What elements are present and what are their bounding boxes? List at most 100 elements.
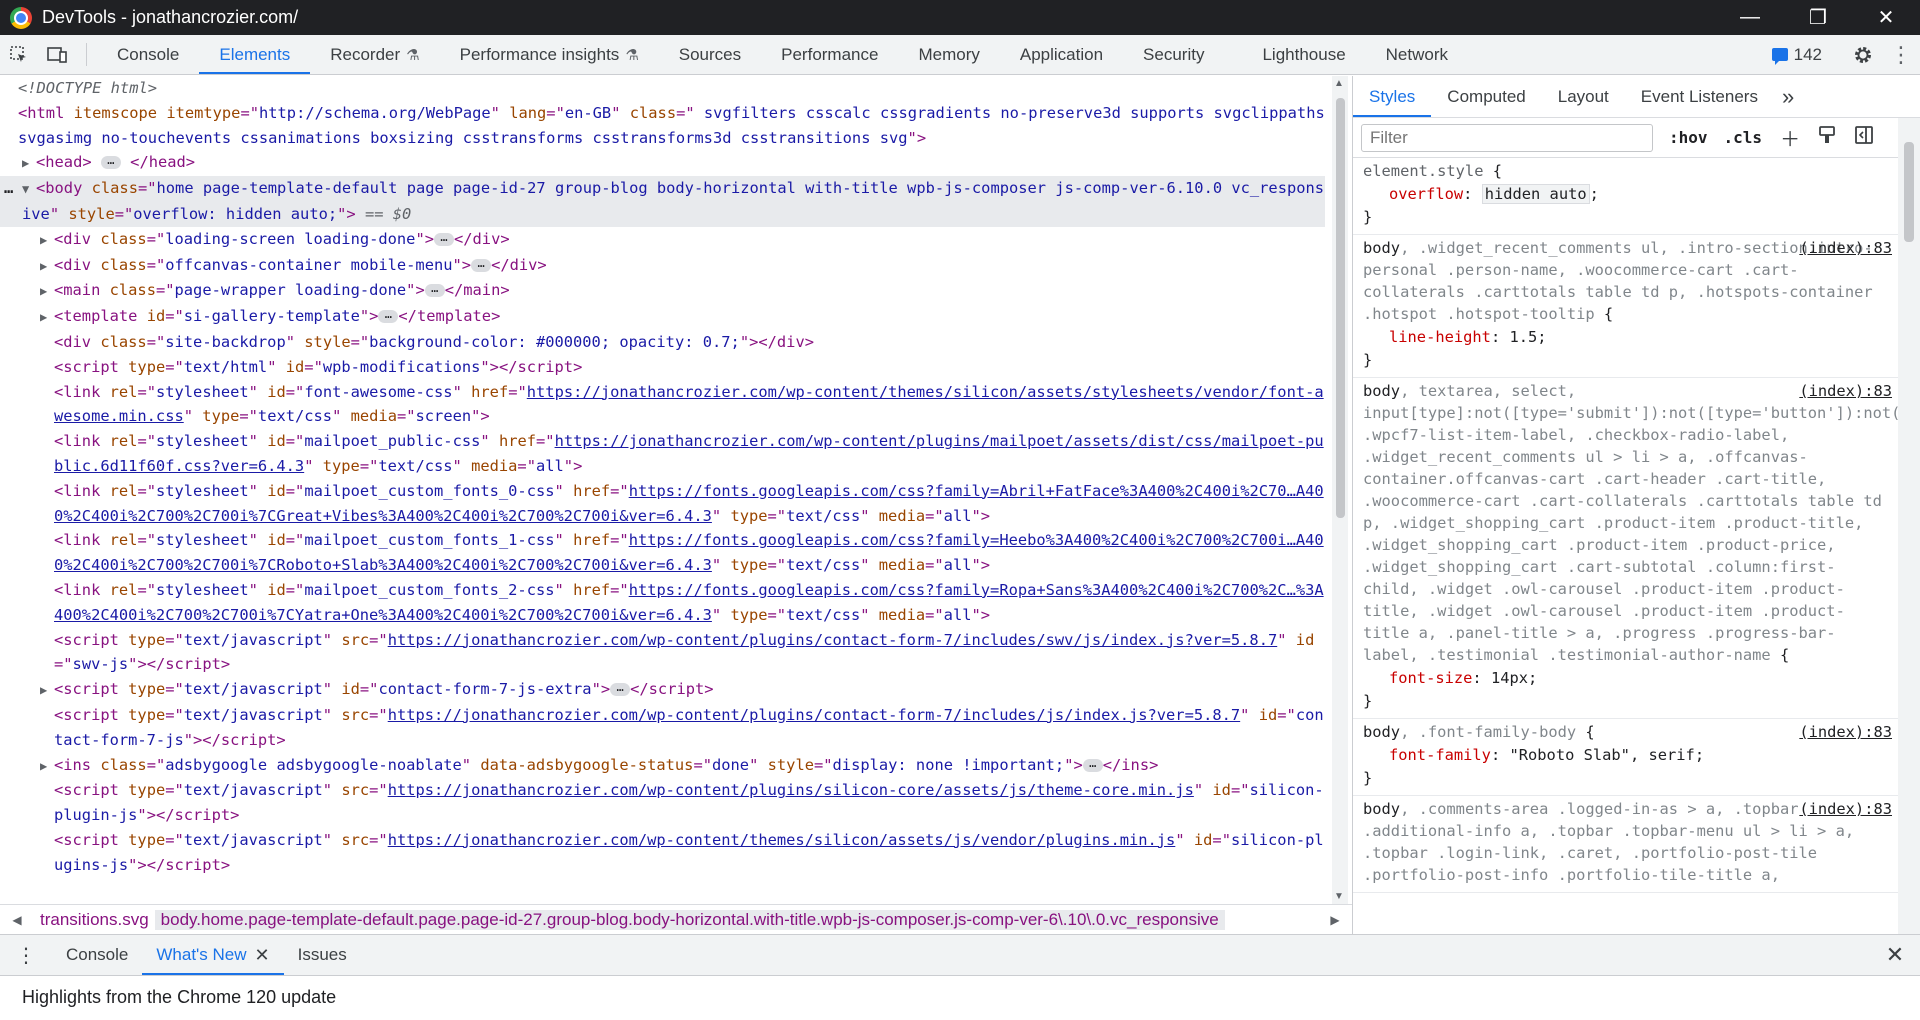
tab-elements[interactable]: Elements <box>199 35 311 74</box>
drawer-tab-issues[interactable]: Issues <box>284 935 361 975</box>
issues-counter[interactable]: 142 <box>1771 45 1822 65</box>
styles-filter-input[interactable] <box>1361 123 1653 152</box>
property-value[interactable]: hidden auto <box>1481 184 1590 204</box>
node-actions-icon[interactable]: … <box>4 176 13 201</box>
breadcrumb-right-arrow[interactable]: ▶ <box>1318 913 1352 927</box>
css-rule[interactable]: (index):83 body, .comments-area .logged-i… <box>1353 796 1898 893</box>
breadcrumb-item-selected[interactable]: body.home.page-template-default.page.pag… <box>154 909 1225 930</box>
ellipsis-icon[interactable]: … <box>424 282 445 298</box>
dom-node[interactable]: <!DOCTYPE html> <box>0 76 1325 101</box>
more-tabs-chevron-icon[interactable]: » <box>1774 76 1802 117</box>
settings-gear-icon[interactable] <box>1844 44 1882 66</box>
tab-layout[interactable]: Layout <box>1542 76 1625 117</box>
css-declaration[interactable]: font-size: 14px; <box>1363 666 1888 690</box>
rule-source-link[interactable]: (index):83 <box>1799 237 1892 259</box>
dom-node[interactable]: ▶ <template id="si-gallery-template">… </t… <box>0 304 1325 330</box>
dom-node[interactable]: <script type="text/javascript" src="http… <box>0 628 1325 678</box>
attr-link[interactable]: https://jonathancrozier.com/wp-content/p… <box>388 706 1240 724</box>
close-tab-icon[interactable]: ✕ <box>255 945 270 966</box>
sidebar-toggle-icon[interactable] <box>1854 125 1874 151</box>
close-window-button[interactable]: ✕ <box>1852 0 1920 35</box>
dom-node[interactable]: <link rel="stylesheet" id="mailpoet_cust… <box>0 479 1325 529</box>
attr-link[interactable]: https://jonathancrozier.com/wp-content/p… <box>388 631 1278 649</box>
css-rule[interactable]: (index):83 body, textarea, select, input[… <box>1353 378 1898 719</box>
dom-node[interactable]: ▶ <div class="loading-screen loading-done… <box>0 227 1325 253</box>
css-declaration[interactable]: line-height: 1.5; <box>1363 325 1888 349</box>
scroll-down-arrow[interactable]: ▼ <box>1334 891 1344 902</box>
rule-source-link[interactable]: (index):83 <box>1799 798 1892 820</box>
ellipsis-icon[interactable]: … <box>610 681 631 697</box>
tab-event-listeners[interactable]: Event Listeners <box>1625 76 1774 117</box>
dom-node[interactable]: ▶ <head> … </head> <box>0 150 1325 176</box>
property-value[interactable]: 14px <box>1491 669 1528 687</box>
ellipsis-icon[interactable]: … <box>378 308 399 324</box>
tab-sources[interactable]: Sources <box>659 35 761 74</box>
dom-node[interactable]: ▶ <script type="text/javascript" id="cont… <box>0 677 1325 703</box>
attr-link[interactable]: https://jonathancrozier.com/wp-content/t… <box>388 831 1176 849</box>
tab-network[interactable]: Network <box>1366 35 1468 74</box>
drawer-menu-icon[interactable]: ⋮ <box>0 935 52 975</box>
collapsed-triangle-icon[interactable]: ▶ <box>40 228 54 253</box>
dom-node[interactable]: <script type="text/javascript" src="http… <box>0 703 1325 753</box>
collapsed-triangle-icon[interactable]: ▶ <box>40 754 54 779</box>
dom-node[interactable]: <link rel="stylesheet" id="mailpoet_publ… <box>0 429 1325 479</box>
dom-node[interactable]: <script type="text/javascript" src="http… <box>0 778 1325 828</box>
dom-node[interactable]: … ▼ <body class="home page-template-defaul… <box>0 176 1325 227</box>
tab-console[interactable]: Console <box>97 35 199 74</box>
css-rule[interactable]: element.style {overflow: hidden auto;} <box>1353 158 1898 235</box>
inspect-icon[interactable] <box>0 35 38 74</box>
collapsed-triangle-icon[interactable]: ▶ <box>40 305 54 330</box>
expanded-triangle-icon[interactable]: ▼ <box>22 177 36 202</box>
tab-lighthouse[interactable]: Lighthouse <box>1242 35 1365 74</box>
dom-node[interactable]: ▶ <ins class="adsbygoogle adsbygoogle-noa… <box>0 753 1325 779</box>
tab-performance-insights[interactable]: Performance insights ⚗ <box>440 35 659 74</box>
ellipsis-icon[interactable]: … <box>100 154 121 170</box>
property-value[interactable]: 1.5 <box>1509 328 1537 346</box>
rule-source-link[interactable]: (index):83 <box>1799 721 1892 743</box>
breadcrumb-item[interactable]: transitions.svg <box>34 910 155 930</box>
tab-memory[interactable]: Memory <box>898 35 999 74</box>
collapsed-triangle-icon[interactable]: ▶ <box>22 151 36 176</box>
property-name[interactable]: overflow <box>1389 185 1463 203</box>
dom-node[interactable]: <script type="text/html" id="wpb-modific… <box>0 355 1325 380</box>
close-icon[interactable]: ✕ <box>1870 935 1920 975</box>
paint-icon[interactable] <box>1818 125 1836 151</box>
scrollbar-thumb[interactable] <box>1336 98 1345 518</box>
css-rule[interactable]: (index):83 body, .widget_recent_comments … <box>1353 235 1898 378</box>
tab-performance[interactable]: Performance <box>761 35 898 74</box>
dom-node[interactable]: <link rel="stylesheet" id="font-awesome-… <box>0 380 1325 430</box>
cls-toggle[interactable]: .cls <box>1724 128 1763 147</box>
dom-node[interactable]: <link rel="stylesheet" id="mailpoet_cust… <box>0 578 1325 628</box>
property-value[interactable]: "Roboto Slab", serif <box>1509 746 1694 764</box>
css-declaration[interactable]: overflow: hidden auto; <box>1363 182 1888 206</box>
tab-application[interactable]: Application <box>1000 35 1123 74</box>
rule-source-link[interactable]: (index):83 <box>1799 380 1892 402</box>
dom-node[interactable]: <html itemscope itemtype="http://schema.… <box>0 101 1325 151</box>
dom-node[interactable]: ▶ <main class="page-wrapper loading-done"… <box>0 278 1325 304</box>
property-name[interactable]: font-family <box>1389 746 1491 764</box>
tab-recorder[interactable]: Recorder ⚗ <box>310 35 439 74</box>
styles-scrollbar-thumb[interactable] <box>1904 142 1914 242</box>
drawer-tab-console[interactable]: Console <box>52 935 142 975</box>
dom-node[interactable]: <div class="site-backdrop" style="backgr… <box>0 330 1325 355</box>
restore-button[interactable]: ❐ <box>1784 0 1852 35</box>
new-rule-icon[interactable]: ＋ <box>1780 123 1800 152</box>
minimize-button[interactable]: — <box>1716 0 1784 35</box>
property-name[interactable]: line-height <box>1389 328 1491 346</box>
collapsed-triangle-icon[interactable]: ▶ <box>40 254 54 279</box>
dom-node[interactable]: <link rel="stylesheet" id="mailpoet_cust… <box>0 528 1325 578</box>
attr-link[interactable]: https://jonathancrozier.com/wp-content/p… <box>388 781 1194 799</box>
dom-node[interactable]: ▶ <div class="offcanvas-container mobile-… <box>0 253 1325 279</box>
collapsed-triangle-icon[interactable]: ▶ <box>40 279 54 304</box>
elements-dom-tree[interactable]: <!DOCTYPE html> <html itemscope itemtype=… <box>0 76 1325 904</box>
breadcrumb-left-arrow[interactable]: ◀ <box>0 913 34 927</box>
styles-scrollbar[interactable] <box>1898 118 1920 934</box>
ellipsis-icon[interactable]: … <box>1082 757 1103 772</box>
css-rule[interactable]: (index):83 body, .font-family-body {font-… <box>1353 719 1898 796</box>
hov-toggle[interactable]: :hov <box>1669 128 1708 147</box>
more-vert-icon[interactable]: ⋮ <box>1882 42 1920 68</box>
device-toolbar-icon[interactable] <box>38 35 76 74</box>
drawer-tab-what-s-new[interactable]: What's New ✕ <box>142 935 284 975</box>
css-declaration[interactable]: font-family: "Roboto Slab", serif; <box>1363 743 1888 767</box>
elements-scrollbar[interactable]: ▲ ▼ <box>1332 76 1348 904</box>
